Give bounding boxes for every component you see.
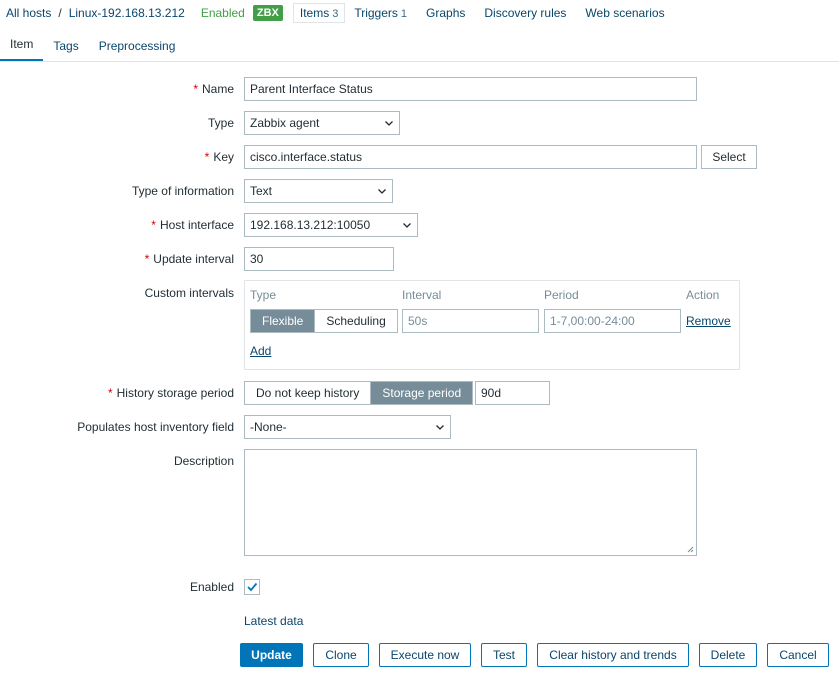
history-period-input[interactable]: 90d — [475, 381, 550, 405]
chevron-down-icon — [385, 121, 393, 126]
custom-intervals-col-type: Type — [250, 288, 277, 302]
host-interface-value: 192.168.13.212:10050 — [250, 218, 371, 232]
key-select-button[interactable]: Select — [701, 145, 757, 169]
nav-triggers-count: 1 — [400, 8, 408, 20]
custom-intervals-col-interval: Interval — [402, 288, 442, 302]
update-interval-label-text: Update interval — [153, 252, 234, 266]
zbx-availability-badge: ZBX — [252, 5, 283, 21]
description-label: Description — [173, 454, 234, 468]
host-interface-label-text: Host interface — [159, 218, 234, 232]
host-interface-select[interactable]: 192.168.13.212:10050 — [244, 213, 418, 237]
description-textarea[interactable] — [244, 449, 697, 556]
type-select-value: Zabbix agent — [250, 116, 320, 130]
test-button[interactable]: Test — [481, 643, 527, 667]
inventory-field-value: -None- — [250, 420, 287, 434]
inventory-field-select[interactable]: -None- — [244, 415, 451, 439]
execute-now-button[interactable]: Execute now — [379, 643, 471, 667]
custom-interval-input[interactable]: 50s — [402, 309, 539, 333]
host-navigation: All hosts / Linux-192.168.13.212 Enabled… — [0, 0, 839, 26]
clear-history-button[interactable]: Clear history and trends — [537, 643, 689, 667]
key-label: * Key — [205, 150, 234, 164]
chevron-down-icon — [378, 189, 386, 194]
form-tabs: Item Tags Preprocessing — [0, 34, 839, 62]
type-of-information-select[interactable]: Text — [244, 179, 393, 203]
name-input[interactable]: Parent Interface Status — [244, 77, 697, 101]
flexible-option[interactable]: Flexible — [251, 310, 315, 332]
interval-type-toggle: Flexible Scheduling — [250, 309, 398, 333]
type-of-information-label: Type of information — [131, 184, 234, 198]
tab-preprocessing[interactable]: Preprocessing — [89, 39, 186, 61]
remove-interval-link[interactable]: Remove — [686, 314, 731, 328]
required-marker: * — [107, 386, 113, 400]
custom-intervals-col-action: Action — [686, 288, 720, 302]
add-interval-link[interactable]: Add — [250, 344, 271, 358]
scheduling-option[interactable]: Scheduling — [314, 310, 397, 332]
tab-tags[interactable]: Tags — [43, 39, 88, 61]
nav-triggers-label: Triggers — [354, 6, 398, 20]
type-label: Type — [207, 116, 234, 130]
history-mode-toggle: Do not keep history Storage period — [244, 381, 474, 405]
required-marker: * — [193, 82, 198, 96]
nav-discovery-rules[interactable]: Discovery rules — [484, 6, 566, 20]
history-storage-label: * History storage period — [108, 386, 234, 400]
key-label-text: Key — [213, 150, 234, 164]
host-status-enabled[interactable]: Enabled — [201, 6, 245, 20]
nav-triggers[interactable]: Triggers 1 — [354, 6, 407, 20]
cancel-button[interactable]: Cancel — [767, 643, 829, 667]
nav-web-scenarios[interactable]: Web scenarios — [585, 6, 664, 20]
inventory-field-label: Populates host inventory field — [77, 420, 234, 434]
update-interval-label: * Update interval — [145, 252, 234, 266]
nav-items[interactable]: Items 3 — [292, 3, 346, 23]
required-marker: * — [204, 150, 210, 164]
type-select[interactable]: Zabbix agent — [244, 111, 400, 135]
enabled-checkbox[interactable] — [244, 579, 260, 595]
custom-period-input[interactable]: 1-7,00:00-24:00 — [544, 309, 681, 333]
chevron-down-icon — [403, 223, 411, 228]
tab-item[interactable]: Item — [0, 37, 44, 61]
update-button[interactable]: Update — [240, 643, 303, 667]
enabled-label: Enabled — [189, 580, 234, 594]
latest-data-link[interactable]: Latest data — [244, 614, 303, 628]
host-interface-label: * Host interface — [151, 218, 234, 232]
required-marker: * — [151, 218, 156, 232]
chevron-down-icon — [436, 425, 444, 430]
custom-intervals-col-period: Period — [544, 288, 579, 302]
host-link[interactable]: Linux-192.168.13.212 — [69, 6, 185, 20]
storage-period-option[interactable]: Storage period — [370, 382, 473, 404]
update-interval-input[interactable]: 30 — [244, 247, 394, 271]
do-not-keep-history-option[interactable]: Do not keep history — [245, 382, 371, 404]
name-label: * Name — [193, 82, 234, 96]
custom-intervals-label: Custom intervals — [144, 286, 234, 300]
resize-handle-icon[interactable] — [687, 546, 694, 553]
breadcrumb-separator: / — [58, 6, 62, 20]
nav-graphs[interactable]: Graphs — [426, 6, 465, 20]
required-marker: * — [144, 252, 150, 266]
type-of-information-value: Text — [250, 184, 273, 198]
key-input[interactable]: cisco.interface.status — [244, 145, 697, 169]
clone-button[interactable]: Clone — [313, 643, 369, 667]
history-storage-label-text: History storage period — [116, 386, 234, 400]
nav-items-count: 3 — [332, 8, 339, 20]
all-hosts-link[interactable]: All hosts — [6, 6, 51, 20]
checkmark-icon — [247, 582, 258, 592]
delete-button[interactable]: Delete — [699, 643, 757, 667]
name-label-text: Name — [201, 82, 234, 96]
nav-items-label: Items — [299, 6, 330, 20]
